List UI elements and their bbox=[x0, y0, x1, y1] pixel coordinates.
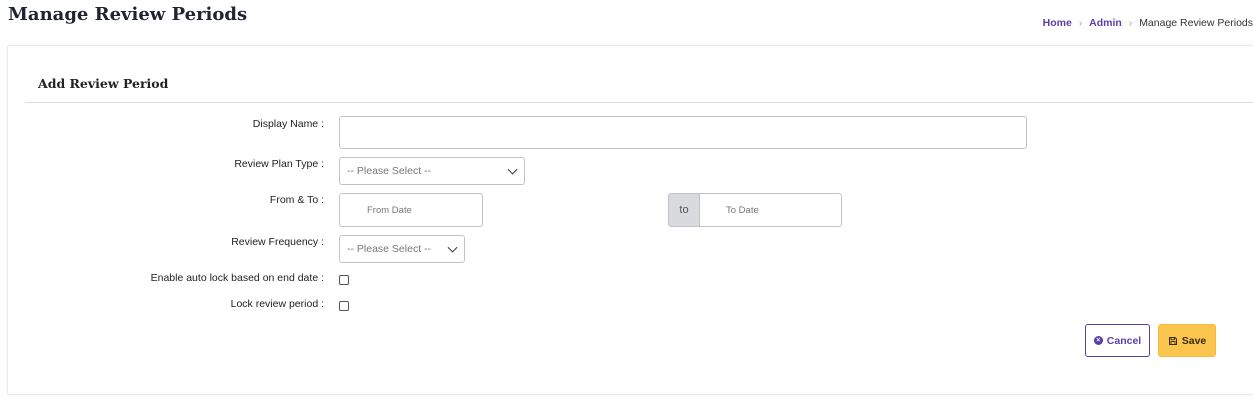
cancel-button[interactable]: × Cancel bbox=[1085, 324, 1150, 357]
save-button-label: Save bbox=[1181, 334, 1207, 347]
form-card: Add Review Period bbox=[7, 45, 1253, 395]
lock-review-label: Lock review period : bbox=[230, 298, 324, 310]
close-circle-icon: × bbox=[1093, 336, 1103, 345]
breadcrumb-home-link[interactable]: Home bbox=[1043, 17, 1072, 29]
auto-lock-label: Enable auto lock based on end date : bbox=[150, 272, 324, 284]
auto-lock-checkbox[interactable] bbox=[339, 275, 349, 285]
plan-type-select[interactable]: -- Please Select -- bbox=[339, 157, 525, 185]
chevron-right-icon: › bbox=[1128, 17, 1133, 29]
to-addon: to bbox=[668, 193, 699, 227]
lock-review-checkbox[interactable] bbox=[339, 301, 349, 311]
chevron-down-icon bbox=[447, 242, 458, 253]
cancel-button-label: Cancel bbox=[1106, 334, 1142, 347]
from-to-label: From & To : bbox=[269, 194, 324, 206]
plan-type-label: Review Plan Type : bbox=[234, 158, 324, 170]
frequency-label: Review Frequency : bbox=[231, 236, 324, 248]
to-date-input[interactable]: To Date bbox=[699, 193, 842, 227]
breadcrumb: Home › Admin › Manage Review Periods bbox=[1043, 17, 1253, 29]
save-button[interactable]: Save bbox=[1158, 324, 1216, 357]
page-title: Manage Review Periods bbox=[8, 4, 248, 25]
frequency-selected-value: -- Please Select -- bbox=[347, 243, 432, 255]
plan-type-selected-value: -- Please Select -- bbox=[347, 165, 432, 177]
chevron-right-icon: › bbox=[1078, 17, 1083, 29]
frequency-select[interactable]: -- Please Select -- bbox=[339, 235, 465, 263]
to-date-placeholder: To Date bbox=[726, 204, 759, 216]
display-name-input[interactable] bbox=[339, 116, 1027, 149]
title-divider bbox=[25, 102, 1253, 103]
save-icon bbox=[1168, 336, 1177, 345]
form-title: Add Review Period bbox=[38, 76, 169, 91]
from-date-input[interactable]: From Date bbox=[339, 193, 483, 227]
breadcrumb-admin-link[interactable]: Admin bbox=[1089, 17, 1122, 29]
from-date-placeholder: From Date bbox=[367, 204, 412, 216]
breadcrumb-current: Manage Review Periods bbox=[1139, 17, 1253, 29]
display-name-label: Display Name : bbox=[252, 118, 324, 130]
chevron-down-icon bbox=[507, 164, 518, 175]
